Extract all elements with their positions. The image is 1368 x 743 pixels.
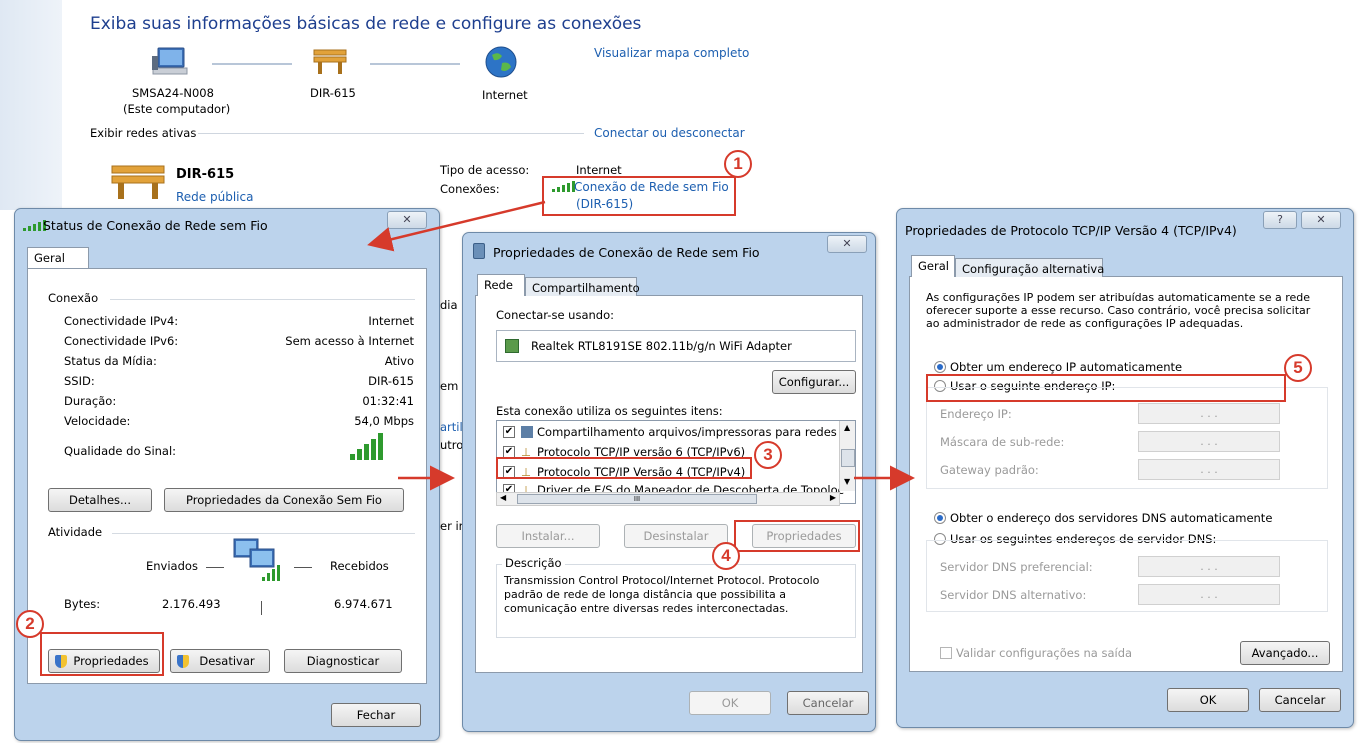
highlight-wireless-connection <box>542 176 736 216</box>
callout-4: 4 <box>712 542 740 570</box>
highlight-manual-ip-option <box>926 374 1286 402</box>
highlight-item-properties-button <box>734 520 860 552</box>
highlight-tcpipv4-item <box>496 457 752 479</box>
highlight-properties-button <box>40 632 164 676</box>
annotation-arrows <box>367 200 915 491</box>
callout-5: 5 <box>1284 354 1312 382</box>
callout-3: 3 <box>754 441 782 469</box>
callout-1: 1 <box>724 150 752 178</box>
arrow-to-status-dialog <box>367 200 546 252</box>
callout-2: 2 <box>16 610 44 638</box>
